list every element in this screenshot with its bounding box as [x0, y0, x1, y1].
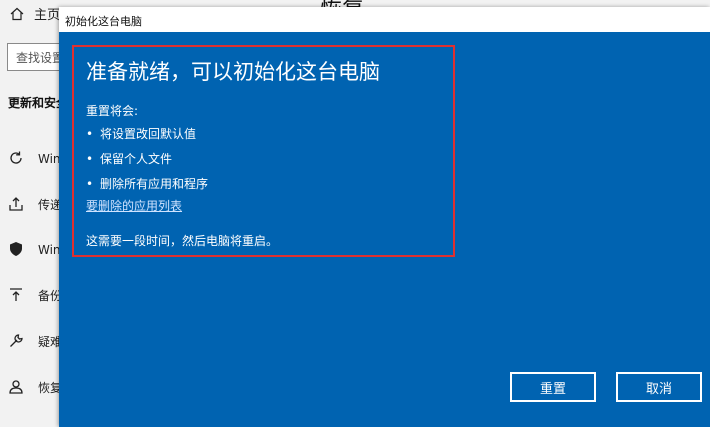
refresh-icon [10, 151, 22, 164]
list-item: 删除所有应用和程序 [86, 172, 208, 197]
app-list-link[interactable]: 要删除的应用列表 [86, 197, 182, 214]
dialog-title: 初始化这台电脑 [65, 15, 142, 28]
dialog-subheading: 重置将会: [86, 104, 139, 118]
list-item: 将设置改回默认值 [86, 122, 208, 147]
reset-pc-dialog: 初始化这台电脑 准备就绪，可以初始化这台电脑 重置将会: 将设置改回默认值 保留… [59, 7, 710, 427]
upload-icon [9, 197, 23, 211]
search-placeholder: 查找设置 [16, 51, 65, 65]
shield-icon [10, 242, 22, 256]
reset-button[interactable]: 重置 [510, 372, 596, 402]
sidebar-home-label: 主页 [34, 8, 61, 23]
list-item: 保留个人文件 [86, 147, 208, 172]
sidebar-item-recovery[interactable]: 恢复 [8, 377, 62, 397]
cancel-button[interactable]: 取消 [616, 372, 702, 402]
settings-sidebar: 主页 查找设置 更新和安全 Windows 更新 传递优化 Windows 安全… [0, 0, 143, 427]
search-input[interactable]: 查找设置 [7, 43, 67, 71]
sidebar-item-backup[interactable]: 备份 [8, 285, 62, 305]
recovery-icon [9, 380, 23, 394]
reset-actions-list: 将设置改回默认值 保留个人文件 删除所有应用和程序 [86, 122, 208, 197]
dialog-heading: 准备就绪，可以初始化这台电脑 [86, 60, 380, 84]
restart-note: 这需要一段时间，然后电脑将重启。 [86, 234, 279, 248]
wrench-icon [10, 334, 23, 347]
sidebar-home[interactable]: 主页 [10, 4, 60, 23]
home-icon [10, 7, 24, 20]
backup-arrow-icon [10, 288, 22, 301]
dialog-titlebar[interactable]: 初始化这台电脑 [59, 7, 710, 32]
